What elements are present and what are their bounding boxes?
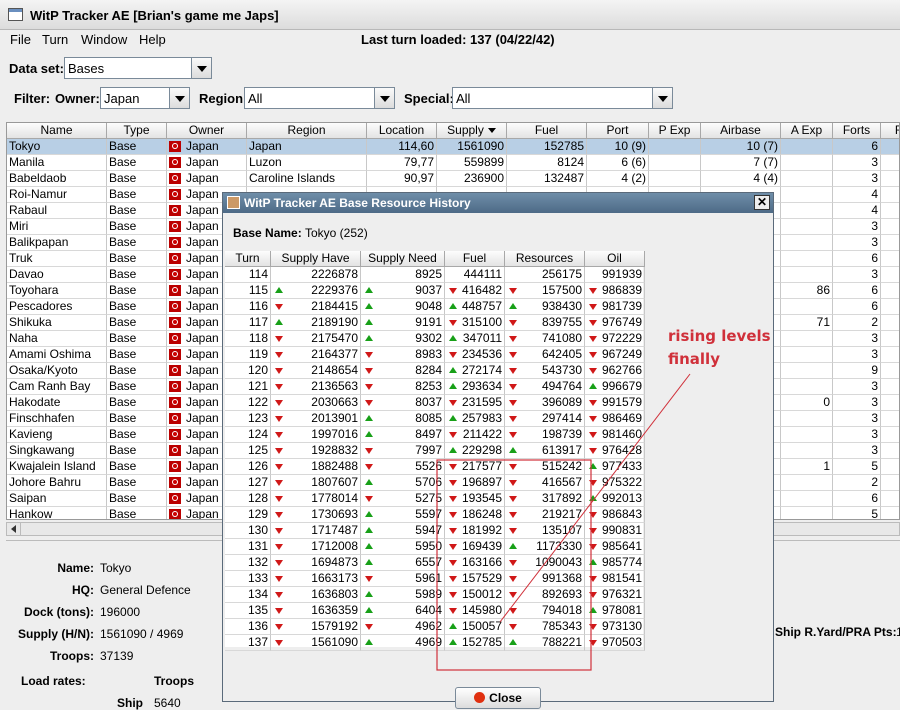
annotation-overlay xyxy=(436,373,691,671)
annotation-text-line2: finally xyxy=(668,350,720,368)
annotation-arrow xyxy=(499,373,691,623)
annotation-box xyxy=(436,459,592,671)
annotation-text-line1: rising levels xyxy=(668,327,771,345)
